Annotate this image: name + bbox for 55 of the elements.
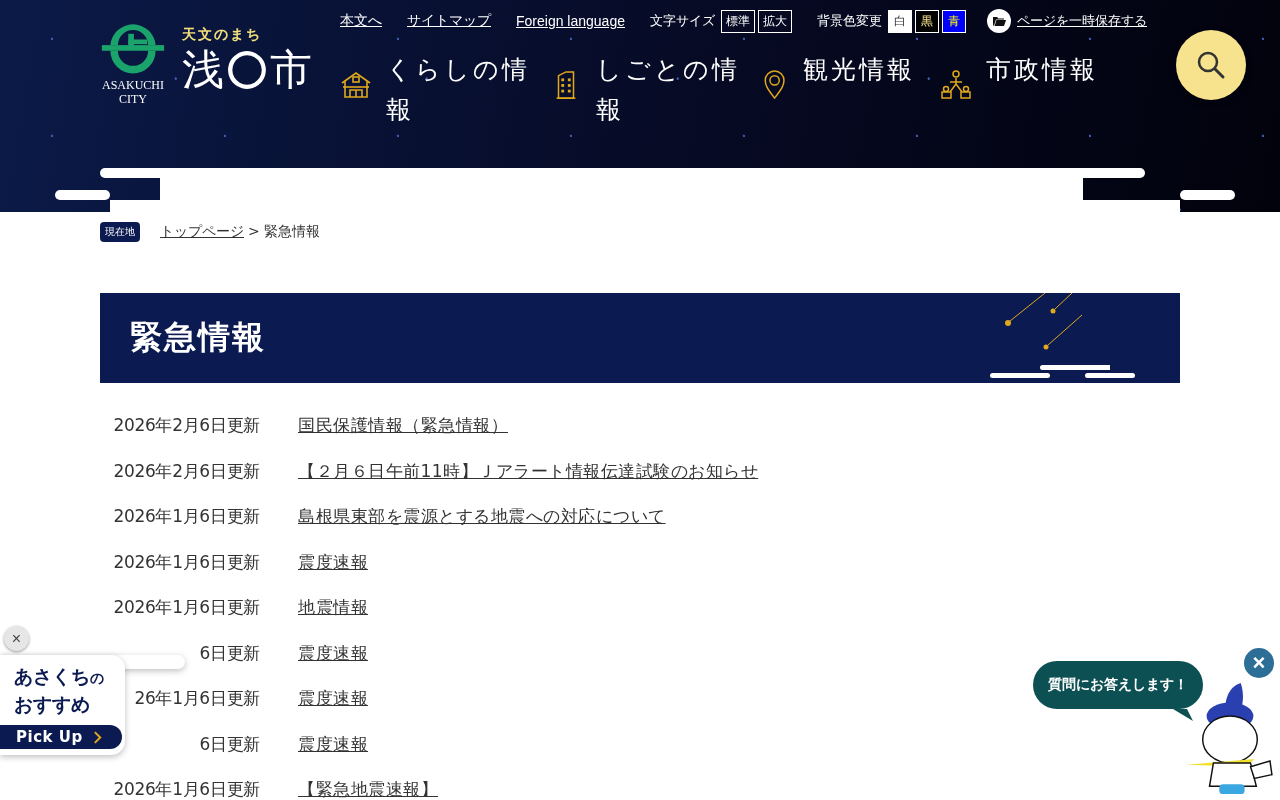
nav-link[interactable]: 市政情報: [940, 50, 1150, 130]
update-date: 2026年1月6日更新: [112, 596, 260, 620]
nav-link[interactable]: しごとの情報: [550, 50, 760, 130]
font-size-button[interactable]: 拡大: [758, 9, 792, 33]
house-icon: [340, 70, 372, 100]
logo-tagline: 天文のまち: [182, 26, 263, 44]
city-name-text: 市: [270, 46, 312, 95]
pickup-title: あさくちの: [14, 664, 105, 689]
font-size-button[interactable]: 標準: [721, 9, 755, 33]
breadcrumb-link[interactable]: トップページ: [160, 223, 244, 241]
news-link[interactable]: 【緊急地震速報】: [298, 778, 438, 800]
city-name-text: 浅: [182, 46, 224, 95]
utility-link[interactable]: サイトマップ: [407, 12, 491, 30]
background-color-label: 背景色変更: [817, 12, 882, 30]
location-badge: 現在地: [100, 222, 140, 242]
update-date: 6日更新: [198, 732, 260, 756]
folder-icon: [987, 9, 1011, 33]
news-link[interactable]: 地震情報: [298, 596, 368, 620]
update-date: 6日更新: [198, 641, 260, 665]
update-date: 2026年2月6日更新: [112, 414, 260, 438]
news-link[interactable]: 震度速報: [298, 732, 368, 756]
nav-link[interactable]: くらしの情報: [340, 50, 550, 130]
update-date: 2026年2月6日更新: [112, 459, 260, 483]
news-link[interactable]: 震度速報: [298, 687, 368, 711]
update-date: 2026年1月6日更新: [112, 778, 260, 800]
chevron-icon: [92, 730, 102, 744]
background-color-button[interactable]: 青: [942, 9, 966, 33]
news-link[interactable]: 【２月６日午前11時】Ｊアラート情報伝達試験のお知らせ: [298, 459, 759, 483]
city-english-name: ASAKUCHI CITY: [102, 78, 164, 106]
update-date: 26年1月6日更新: [133, 687, 260, 711]
utility-link[interactable]: 本文へ: [340, 12, 382, 30]
breadcrumb-current: > 緊急情報: [248, 223, 321, 241]
crescent-moon-icon: [226, 49, 268, 91]
speech-tail: [1173, 709, 1193, 721]
close-button[interactable]: ×: [4, 626, 29, 651]
pickup-button[interactable]: Pick Up: [0, 725, 122, 749]
page-title: 緊急情報: [130, 317, 266, 358]
news-link[interactable]: 震度速報: [298, 641, 368, 665]
news-link[interactable]: 震度速報: [298, 550, 368, 574]
news-link[interactable]: 国民保護情報（緊急情報）: [298, 414, 508, 438]
save-page-link[interactable]: ページを一時保存する: [1017, 12, 1147, 30]
pickup-title: おすすめ: [14, 692, 91, 717]
close-button[interactable]: ×: [1244, 648, 1274, 678]
nav-link[interactable]: 観光情報: [760, 50, 940, 130]
background-color-button[interactable]: 黒: [915, 9, 939, 33]
update-date: 2026年1月6日更新: [112, 505, 260, 529]
update-date: 2026年1月6日更新: [112, 550, 260, 574]
news-link[interactable]: 島根県東部を震源とする地震への対応について: [298, 505, 666, 529]
pickup-banner[interactable]: あさくちの おすすめ Pick Up: [0, 655, 125, 755]
font-size-label: 文字サイズ: [650, 12, 715, 30]
utility-link[interactable]: Foreign language: [516, 13, 625, 29]
background-color-button[interactable]: 白: [888, 9, 912, 33]
people-icon: [940, 70, 972, 100]
chat-bubble[interactable]: 質問にお答えします！: [1033, 661, 1203, 709]
search-icon: [1196, 50, 1226, 80]
